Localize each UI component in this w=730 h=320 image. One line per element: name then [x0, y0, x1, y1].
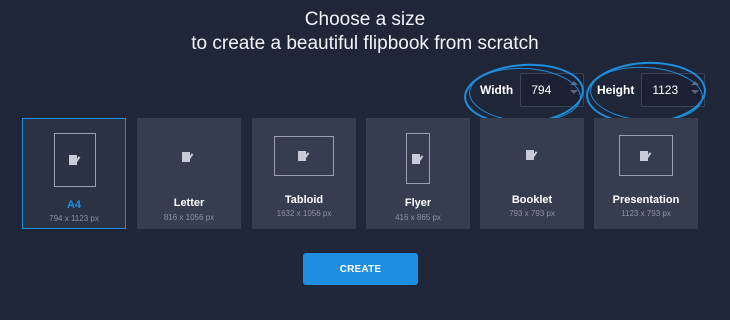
presentation-preview [619, 135, 673, 176]
width-decrement-icon[interactable] [570, 90, 579, 94]
height-value[interactable]: 1123 [652, 83, 678, 97]
heading-line-2: to create a beautiful flipbook from scra… [191, 33, 539, 54]
document-edit-icon [182, 152, 194, 162]
document-edit-icon [298, 151, 310, 161]
height-control: Height 1123 [597, 72, 706, 108]
height-input[interactable]: 1123 [641, 73, 706, 107]
document-edit-icon [640, 150, 652, 161]
width-control: Width 794 [480, 72, 585, 108]
width-spinner[interactable] [570, 81, 579, 94]
format-name: A4 [66, 199, 82, 211]
format-size: 416 x 865 px [395, 213, 441, 222]
height-decrement-icon[interactable] [691, 90, 700, 94]
width-label: Width [480, 83, 514, 97]
format-size: 816 x 1056 px [163, 213, 215, 222]
format-name: Flyer [404, 197, 432, 209]
format-name: Booklet [511, 194, 553, 206]
width-increment-icon[interactable] [570, 81, 579, 85]
format-size: 793 x 793 px [509, 209, 555, 218]
height-increment-icon[interactable] [691, 81, 700, 85]
flyer-preview [406, 133, 430, 184]
format-card-presentation[interactable]: Presentation 1123 x 793 px [594, 118, 698, 229]
format-size: 1123 x 793 px [621, 209, 671, 218]
height-label: Height [597, 83, 635, 97]
height-spinner[interactable] [691, 81, 700, 94]
format-card-booklet[interactable]: Booklet 793 x 793 px [480, 118, 584, 229]
document-edit-icon [69, 155, 81, 165]
heading-line-1: Choose a size [304, 9, 426, 30]
create-button[interactable]: CREATE [303, 253, 418, 285]
format-card-a4[interactable]: A4 794 x 1123 px [22, 118, 126, 229]
format-card-tabloid[interactable]: Tabloid 1632 x 1056 px [252, 118, 356, 229]
document-edit-icon [412, 153, 424, 164]
letter-preview [181, 148, 195, 166]
width-value[interactable]: 794 [531, 83, 551, 97]
format-size: 794 x 1123 px [49, 214, 99, 223]
booklet-preview [525, 148, 539, 162]
document-edit-icon [526, 150, 538, 160]
format-name: Tabloid [284, 194, 324, 206]
width-input[interactable]: 794 [520, 73, 585, 107]
tabloid-preview [274, 136, 334, 176]
format-card-flyer[interactable]: Flyer 416 x 865 px [366, 118, 470, 229]
format-card-letter[interactable]: Letter 816 x 1056 px [137, 118, 241, 229]
format-size: 1632 x 1056 px [276, 209, 332, 218]
format-name: Presentation [612, 194, 680, 206]
a4-preview [54, 133, 96, 187]
format-name: Letter [173, 197, 205, 209]
page-heading: Choose a size to create a beautiful flip… [0, 8, 730, 56]
